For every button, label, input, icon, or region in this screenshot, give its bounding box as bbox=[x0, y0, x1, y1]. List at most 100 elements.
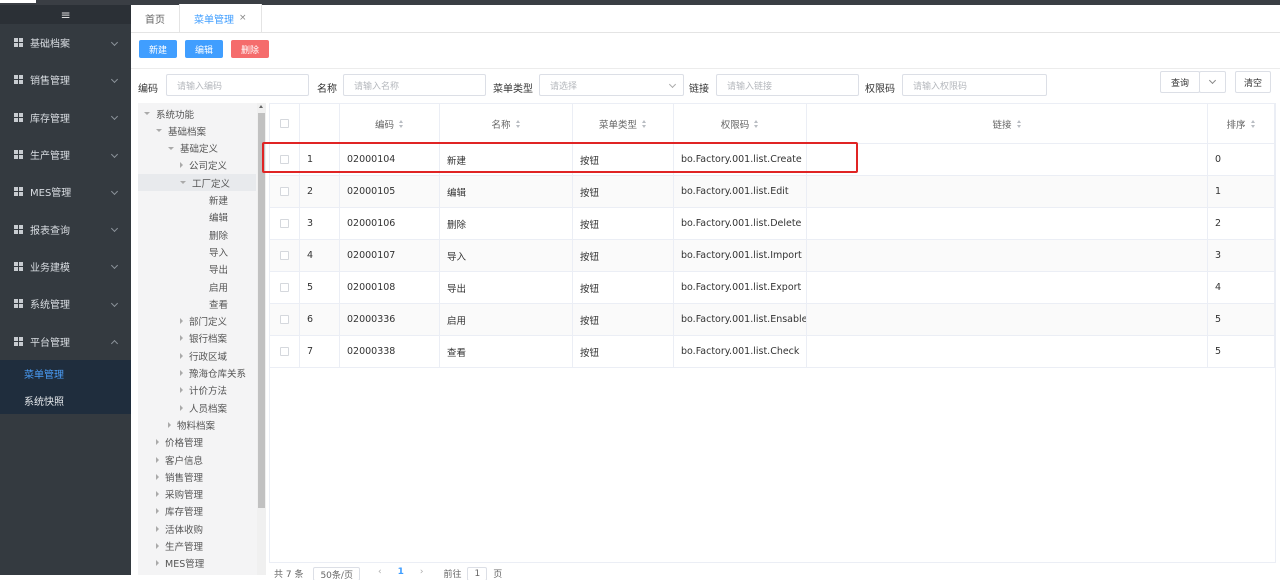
tree-node[interactable]: 行政区域 bbox=[180, 347, 227, 364]
sidebar-item[interactable]: 报表查询 bbox=[0, 210, 131, 247]
table-row[interactable]: 4 02000107 导入 按钮 bo.Factory.001.list.Import 3 bbox=[270, 240, 1275, 272]
row-checkbox[interactable] bbox=[280, 347, 289, 356]
tree-node[interactable]: 启用 bbox=[200, 278, 228, 295]
caret-down-icon[interactable] bbox=[180, 181, 186, 185]
tree-node[interactable]: 银行档案 bbox=[180, 330, 227, 347]
caret-right-icon[interactable] bbox=[180, 370, 183, 376]
header-cell[interactable]: 排序 bbox=[1208, 104, 1275, 143]
sort-icon[interactable] bbox=[754, 119, 759, 128]
header-cell[interactable]: 链接 bbox=[807, 104, 1208, 143]
query-dropdown-button[interactable] bbox=[1199, 71, 1226, 93]
header-cell[interactable]: 编码 bbox=[340, 104, 440, 143]
tree-node[interactable]: 公司定义 bbox=[180, 157, 227, 174]
table-row[interactable]: 1 02000104 新建 按钮 bo.Factory.001.list.Create 0 bbox=[270, 144, 1275, 176]
caret-right-icon[interactable] bbox=[180, 387, 183, 394]
current-page[interactable]: 1 bbox=[398, 567, 404, 577]
caret-down-icon[interactable] bbox=[144, 112, 150, 115]
caret-right-icon[interactable] bbox=[156, 491, 159, 498]
row-checkbox[interactable] bbox=[280, 283, 289, 292]
caret-right-icon[interactable] bbox=[156, 508, 159, 515]
sidebar-item[interactable]: 生产管理 bbox=[0, 136, 131, 173]
next-page-icon[interactable]: › bbox=[420, 567, 424, 577]
page-size-select[interactable]: 50条/页 bbox=[313, 567, 360, 580]
table-row[interactable]: 3 02000106 删除 按钮 bo.Factory.001.list.Delete 2 bbox=[270, 208, 1275, 240]
goto-input[interactable]: 1 bbox=[467, 567, 488, 580]
query-button[interactable]: 查询 bbox=[1160, 71, 1200, 93]
tree-node[interactable]: 导出 bbox=[200, 261, 228, 278]
tree-node[interactable]: 查看 bbox=[200, 295, 228, 312]
submenu-item[interactable]: 菜单管理 bbox=[0, 360, 131, 387]
sidebar-item[interactable]: 基础档案 bbox=[0, 24, 131, 61]
caret-right-icon[interactable] bbox=[168, 421, 171, 428]
tree-node[interactable]: 新建 bbox=[200, 192, 228, 209]
tree-scrollbar[interactable] bbox=[257, 103, 266, 575]
caret-right-icon[interactable] bbox=[156, 560, 159, 567]
select-all-checkbox[interactable] bbox=[280, 119, 289, 128]
tree-node[interactable]: 采购管理 bbox=[156, 486, 203, 503]
sidebar-item[interactable]: MES管理 bbox=[0, 173, 131, 210]
tree-node[interactable]: 删除 bbox=[200, 226, 228, 243]
caret-right-icon[interactable] bbox=[180, 352, 183, 359]
caret-right-icon[interactable] bbox=[156, 456, 159, 463]
tree-node[interactable]: 豫海仓库关系 bbox=[180, 365, 246, 382]
caret-right-icon[interactable] bbox=[156, 525, 159, 532]
sidebar-item[interactable]: 平台管理 bbox=[0, 322, 131, 359]
link-input[interactable]: 请输入链接 bbox=[716, 74, 859, 96]
sort-icon[interactable] bbox=[1016, 119, 1022, 128]
caret-right-icon[interactable] bbox=[180, 162, 183, 169]
tree-node[interactable]: 基础档案 bbox=[156, 122, 206, 139]
code-input[interactable]: 请输入编码 bbox=[166, 74, 309, 96]
menu-type-select[interactable]: 请选择 bbox=[539, 74, 684, 96]
delete-button[interactable]: 删除 bbox=[231, 40, 270, 58]
tree-node[interactable]: 计价方法 bbox=[180, 382, 227, 399]
header-cell[interactable]: 权限码 bbox=[674, 104, 807, 143]
tree-node[interactable]: 价格管理 bbox=[156, 434, 203, 451]
tree-node[interactable]: 系统功能 bbox=[144, 105, 194, 122]
tree-node[interactable]: 客户信息 bbox=[156, 451, 203, 468]
header-cell[interactable]: 名称 bbox=[440, 104, 573, 143]
caret-right-icon[interactable] bbox=[180, 318, 183, 325]
clear-button[interactable]: 清空 bbox=[1235, 71, 1271, 93]
new-button[interactable]: 新建 bbox=[139, 40, 178, 58]
sidebar-item[interactable]: 销售管理 bbox=[0, 61, 131, 98]
submenu-item[interactable]: 系统快照 bbox=[0, 387, 131, 414]
tree-node[interactable]: 物料档案 bbox=[168, 416, 215, 433]
caret-right-icon[interactable] bbox=[156, 543, 159, 549]
sort-icon[interactable] bbox=[642, 119, 647, 128]
row-checkbox[interactable] bbox=[280, 315, 289, 324]
tree-node[interactable]: 销售管理 bbox=[156, 468, 203, 485]
table-row[interactable]: 6 02000336 启用 按钮 bo.Factory.001.list.Ensable… bbox=[270, 304, 1275, 336]
tree-node[interactable]: 库存管理 bbox=[156, 503, 203, 520]
permission-input[interactable]: 请输入权限码 bbox=[902, 74, 1047, 96]
caret-down-icon[interactable] bbox=[168, 146, 174, 150]
tree-node[interactable]: 工厂定义 bbox=[138, 174, 256, 192]
tree-node[interactable]: 生产管理 bbox=[156, 538, 203, 555]
sidebar-item[interactable]: 库存管理 bbox=[0, 99, 131, 136]
tree-node[interactable]: 基础定义 bbox=[168, 140, 218, 157]
caret-right-icon[interactable] bbox=[180, 404, 183, 411]
sidebar-item[interactable]: 业务建模 bbox=[0, 248, 131, 285]
close-icon[interactable]: × bbox=[239, 13, 247, 23]
tree-node[interactable]: MES管理 bbox=[156, 555, 204, 572]
row-checkbox[interactable] bbox=[280, 219, 289, 228]
caret-right-icon[interactable] bbox=[156, 473, 159, 480]
tree-node[interactable]: 导入 bbox=[200, 243, 228, 260]
row-checkbox[interactable] bbox=[280, 251, 289, 260]
row-checkbox[interactable] bbox=[280, 155, 289, 164]
tree-scrollbar-thumb[interactable] bbox=[258, 113, 265, 508]
tree-node[interactable]: 活体收购 bbox=[156, 520, 203, 537]
table-row[interactable]: 5 02000108 导出 按钮 bo.Factory.001.list.Export 4 bbox=[270, 272, 1275, 304]
table-row[interactable]: 7 02000338 查看 按钮 bo.Factory.001.list.Check 5 bbox=[270, 336, 1275, 368]
sidebar-item[interactable]: 系统管理 bbox=[0, 285, 131, 322]
edit-button[interactable]: 编辑 bbox=[185, 40, 224, 58]
tree-node[interactable]: 部门定义 bbox=[180, 313, 227, 330]
sort-icon[interactable] bbox=[399, 119, 404, 128]
sort-icon[interactable] bbox=[515, 119, 521, 128]
tree-node[interactable]: 编辑 bbox=[200, 209, 228, 226]
caret-right-icon[interactable] bbox=[156, 439, 159, 446]
scroll-up-icon[interactable] bbox=[259, 105, 263, 108]
caret-down-icon[interactable] bbox=[156, 129, 162, 133]
prev-page-icon[interactable]: ‹ bbox=[378, 567, 382, 577]
tab-home[interactable]: 首页 bbox=[131, 4, 179, 32]
name-input[interactable]: 请输入名称 bbox=[343, 74, 486, 96]
